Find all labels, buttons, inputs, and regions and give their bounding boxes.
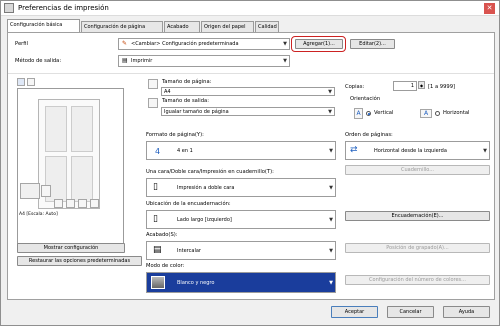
layout-icon bbox=[54, 199, 63, 208]
grayscale-icon bbox=[151, 276, 165, 289]
title-bar: Preferencias de impresión ✕ bbox=[1, 1, 499, 16]
page-format-label: Formato de página(Y): bbox=[146, 132, 204, 138]
binding-location-dropdown[interactable]: ▯ Lado largo [izquierdo] ▼ bbox=[146, 210, 336, 229]
preview-caption: A4 [Escala: Auto] bbox=[19, 212, 58, 217]
page-thumb-4 bbox=[71, 156, 93, 202]
chevron-down-icon: ▼ bbox=[329, 185, 333, 191]
page-thumb-2 bbox=[71, 106, 93, 152]
chevron-down-icon: ▼ bbox=[329, 248, 333, 254]
horizontal-label: Horizontal bbox=[443, 110, 470, 116]
print-mode-dropdown[interactable]: ▯ Impresión a doble cara ▼ bbox=[146, 178, 336, 197]
page-thumb-1 bbox=[45, 106, 67, 152]
page-order-dropdown[interactable]: ⇄ Horizontal desde la izquierda ▼ bbox=[345, 141, 490, 160]
chevron-down-icon: ▼ bbox=[283, 58, 287, 64]
finishing-dropdown[interactable]: ▤ Intercalar ▼ bbox=[146, 241, 336, 260]
window-title: Preferencias de impresión bbox=[18, 4, 109, 12]
binding-icon: ▯ bbox=[153, 214, 158, 224]
printer-icon bbox=[4, 3, 14, 13]
close-button[interactable]: ✕ bbox=[484, 3, 495, 14]
color-icon bbox=[90, 199, 99, 208]
pencil-icon: ✎ bbox=[122, 40, 128, 47]
tab-quality[interactable]: Calidad bbox=[255, 21, 279, 32]
divider bbox=[8, 73, 494, 74]
printer-device-icon bbox=[20, 183, 40, 199]
chevron-down-icon: ▼ bbox=[329, 148, 333, 154]
tab-page-setup[interactable]: Configuración de página bbox=[81, 21, 163, 32]
orientation-label: Orientación bbox=[350, 96, 381, 102]
staple-icon bbox=[78, 199, 87, 208]
tab-basic-settings[interactable]: Configuración básica bbox=[7, 19, 80, 32]
cancel-button[interactable]: Cancelar bbox=[387, 306, 434, 318]
page-format-value: 4 en 1 bbox=[177, 148, 193, 154]
restore-defaults-button[interactable]: Restaurar las opciones predeterminadas bbox=[17, 256, 142, 266]
finishing-value: Intercalar bbox=[177, 248, 201, 254]
ok-button[interactable]: Aceptar bbox=[331, 306, 378, 318]
staple-position-button[interactable]: Posición de grapado(A)... bbox=[345, 243, 490, 253]
layout-4up-icon: 4 bbox=[155, 147, 161, 156]
preview-print-icon[interactable] bbox=[27, 78, 35, 86]
output-size-label: Tamaño de salida: bbox=[162, 98, 209, 104]
page-size-dropdown[interactable]: A4 ▼ bbox=[161, 87, 335, 96]
copies-label: Copias: bbox=[345, 84, 365, 90]
profile-label: Perfil bbox=[15, 41, 28, 47]
finishing-label: Acabado(S): bbox=[146, 232, 178, 238]
output-method-label: Método de salida: bbox=[15, 58, 62, 64]
tab-finishing[interactable]: Acabado bbox=[164, 21, 200, 32]
page-order-value: Horizontal desde la izquierda bbox=[374, 148, 447, 154]
color-mode-value: Blanco y negro bbox=[177, 280, 215, 286]
print-icon: ▤ bbox=[122, 57, 128, 64]
preview-mode-icon[interactable] bbox=[17, 78, 25, 86]
copies-range: [1 a 9999] bbox=[428, 84, 456, 90]
chevron-down-icon: ▼ bbox=[329, 280, 333, 286]
show-settings-button[interactable]: Mostrar configuración bbox=[17, 243, 125, 253]
output-size-icon bbox=[148, 98, 158, 108]
copies-stepper[interactable]: ◆ bbox=[418, 81, 425, 89]
print-preferences-window: Preferencias de impresión ✕ Configuració… bbox=[0, 0, 500, 326]
color-mode-dropdown[interactable]: Blanco y negro ▼ bbox=[146, 272, 336, 293]
edit-profile-button[interactable]: Editar(2)... bbox=[350, 39, 395, 49]
duplex-mode-icon: ▯ bbox=[153, 182, 158, 192]
tab-paper-source[interactable]: Origen del papel bbox=[201, 21, 254, 32]
stack-icon bbox=[41, 185, 51, 197]
chevron-down-icon: ▼ bbox=[328, 89, 332, 95]
profile-dropdown[interactable]: ✎ <Cambiar> Configuración predeterminada… bbox=[118, 38, 290, 50]
page-format-dropdown[interactable]: 4 4 en 1 ▼ bbox=[146, 141, 336, 160]
chevron-down-icon: ▼ bbox=[283, 41, 287, 47]
chevron-down-icon: ▼ bbox=[328, 109, 332, 115]
chevron-down-icon: ▼ bbox=[329, 217, 333, 223]
print-mode-value: Impresión a doble cara bbox=[177, 185, 235, 191]
profile-value: <Cambiar> Configuración predeterminada bbox=[131, 41, 239, 47]
output-method-value: Imprimir bbox=[131, 58, 153, 64]
booklet-button[interactable]: Cuadernillo... bbox=[345, 165, 490, 175]
page-order-icon: ⇄ bbox=[350, 145, 358, 155]
add-profile-button[interactable]: Agregar(1)... bbox=[295, 39, 343, 49]
collate-icon: ▤ bbox=[153, 245, 162, 255]
portrait-icon: A bbox=[354, 108, 363, 119]
page-size-icon bbox=[148, 79, 158, 89]
output-size-dropdown[interactable]: Igualar tamaño de página ▼ bbox=[161, 107, 335, 116]
print-mode-label: Una cara/Doble cara/Impresión en cuadern… bbox=[146, 169, 274, 175]
binding-location-value: Lado largo [izquierdo] bbox=[177, 217, 232, 223]
vertical-label: Vertical bbox=[374, 110, 394, 116]
color-mode-label: Modo de color: bbox=[146, 263, 185, 269]
binding-location-label: Ubicación de la encuadernación: bbox=[146, 201, 231, 207]
vertical-radio[interactable] bbox=[366, 111, 371, 116]
horizontal-radio[interactable] bbox=[435, 111, 440, 116]
landscape-icon: A bbox=[420, 109, 432, 118]
page-size-label: Tamaño de página: bbox=[162, 79, 212, 85]
binding-button[interactable]: Encuadernación(E)... bbox=[345, 211, 490, 221]
output-size-value: Igualar tamaño de página bbox=[164, 109, 229, 115]
help-button[interactable]: Ayuda bbox=[443, 306, 490, 318]
color-count-button[interactable]: Configuración del número de colores... bbox=[345, 275, 490, 285]
output-method-dropdown[interactable]: ▤ Imprimir ▼ bbox=[118, 55, 290, 67]
tab-panel: Perfil ✎ <Cambiar> Configuración predete… bbox=[7, 32, 495, 300]
preview-area bbox=[17, 88, 124, 248]
duplex-icon bbox=[66, 199, 75, 208]
chevron-down-icon: ▼ bbox=[483, 148, 487, 154]
page-order-label: Orden de páginas: bbox=[345, 132, 393, 138]
copies-input[interactable]: 1 bbox=[393, 81, 417, 91]
page-size-value: A4 bbox=[164, 89, 171, 95]
